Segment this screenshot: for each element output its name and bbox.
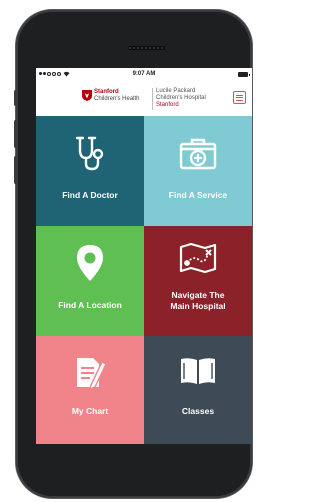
- hamburger-menu-icon[interactable]: [233, 91, 246, 104]
- app-header: Stanford Children's Health Lucile Packar…: [36, 82, 252, 117]
- navigate-label-line-1: Navigate The: [171, 290, 225, 300]
- hospital-line-1: Lucile Packard: [156, 88, 196, 94]
- speaker-grille: [128, 46, 166, 50]
- document-edit-icon: [77, 358, 107, 390]
- open-book-icon: [181, 358, 215, 384]
- find-a-service-label: Find A Service: [168, 190, 228, 200]
- status-bar: 9:07 AM: [36, 68, 252, 82]
- find-a-location-tile[interactable]: Find A Location: [36, 226, 144, 336]
- status-time: 9:07 AM: [132, 71, 156, 77]
- brand-line-1: Stanford: [94, 89, 119, 95]
- logo-divider: [152, 88, 153, 110]
- stethoscope-icon: [75, 136, 104, 171]
- classes-tile[interactable]: Classes: [144, 336, 252, 444]
- navigate-main-hospital-tile[interactable]: Navigate The Main Hospital: [144, 226, 252, 336]
- volume-up-button: [14, 120, 17, 148]
- lucile-packard-logo: Lucile Packard Children's Hospital Stanf…: [156, 88, 206, 109]
- battery-icon: [238, 72, 250, 77]
- volume-down-button: [14, 156, 17, 184]
- map-route-icon: [179, 242, 217, 274]
- classes-label: Classes: [181, 406, 215, 416]
- find-a-location-label: Find A Location: [58, 300, 122, 310]
- navigate-main-hospital-label: Navigate The Main Hospital: [148, 290, 248, 312]
- medical-kit-icon: [179, 138, 217, 170]
- navigate-label-line-2: Main Hospital: [170, 301, 226, 311]
- location-pin-icon: [77, 245, 103, 281]
- find-a-doctor-tile[interactable]: Find A Doctor: [36, 116, 144, 226]
- brand-line-2: Children's Health: [94, 96, 140, 102]
- find-a-service-tile[interactable]: Find A Service: [144, 116, 252, 226]
- my-chart-label: My Chart: [71, 406, 109, 416]
- find-a-doctor-label: Find A Doctor: [62, 190, 118, 200]
- app-screen: 9:07 AM Stanford Children's Health Lucil…: [36, 68, 252, 444]
- stanford-childrens-health-logo: Stanford Children's Health: [94, 89, 140, 103]
- hospital-line-2: Children's Hospital: [156, 95, 206, 101]
- main-menu-grid: Find A Doctor Find A Service Find A Loca…: [36, 116, 252, 444]
- my-chart-tile[interactable]: My Chart: [36, 336, 144, 444]
- stanford-shield-logo-icon: [82, 90, 92, 101]
- hospital-line-3: Stanford: [156, 102, 179, 108]
- mute-switch: [14, 90, 17, 106]
